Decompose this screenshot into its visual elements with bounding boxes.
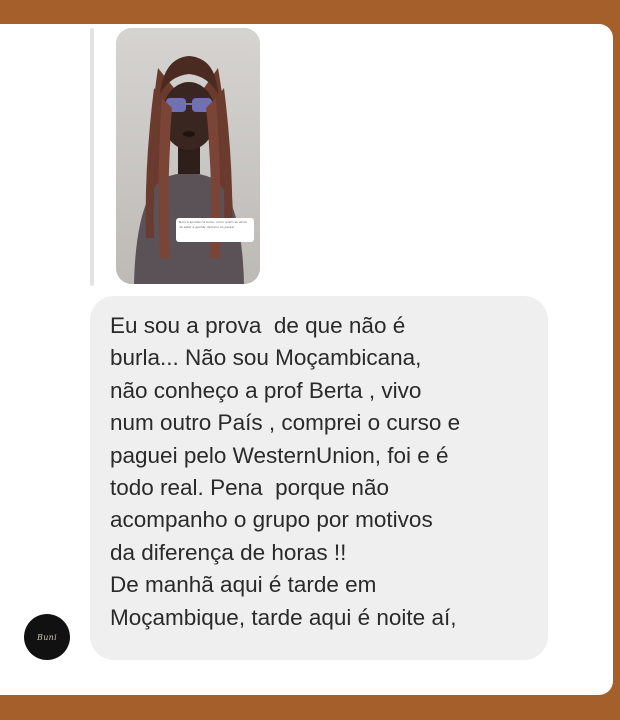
- chat-card: Nunca apostei na burla, como quem se ali…: [0, 24, 613, 695]
- message-line: não conheço a prof Berta , vivo: [110, 377, 422, 403]
- message-line: Eu sou a prova de que não é: [110, 313, 406, 338]
- message-bubble[interactable]: Eu sou a prova de que não é burla... Não…: [90, 296, 548, 660]
- message-line: De manhã aqui é tarde em: [110, 572, 377, 598]
- message-line: num outro País , comprei o curso e: [110, 410, 461, 436]
- story-photo: [116, 28, 260, 284]
- story-caption-sticker: Nunca apostei na burla, como quem se ali…: [176, 218, 254, 242]
- message-line: acompanho o grupo por motivos: [110, 507, 433, 533]
- story-reply-thumbnail[interactable]: Nunca apostei na burla, como quem se ali…: [116, 28, 260, 284]
- sender-avatar[interactable]: Buni: [24, 614, 70, 660]
- message-line: burla... Não sou Moçambicana,: [110, 345, 422, 371]
- message-line: da diferença de horas !!: [110, 539, 347, 565]
- message-line: Moçambique, tarde aqui é noite aí,: [110, 604, 457, 630]
- message-line: paguei pelo WesternUnion, foi e é: [110, 442, 449, 468]
- reply-indicator-bar: [90, 28, 94, 286]
- avatar-logo-text: Buni: [37, 632, 57, 642]
- message-line: todo real. Pena porque não: [110, 475, 389, 501]
